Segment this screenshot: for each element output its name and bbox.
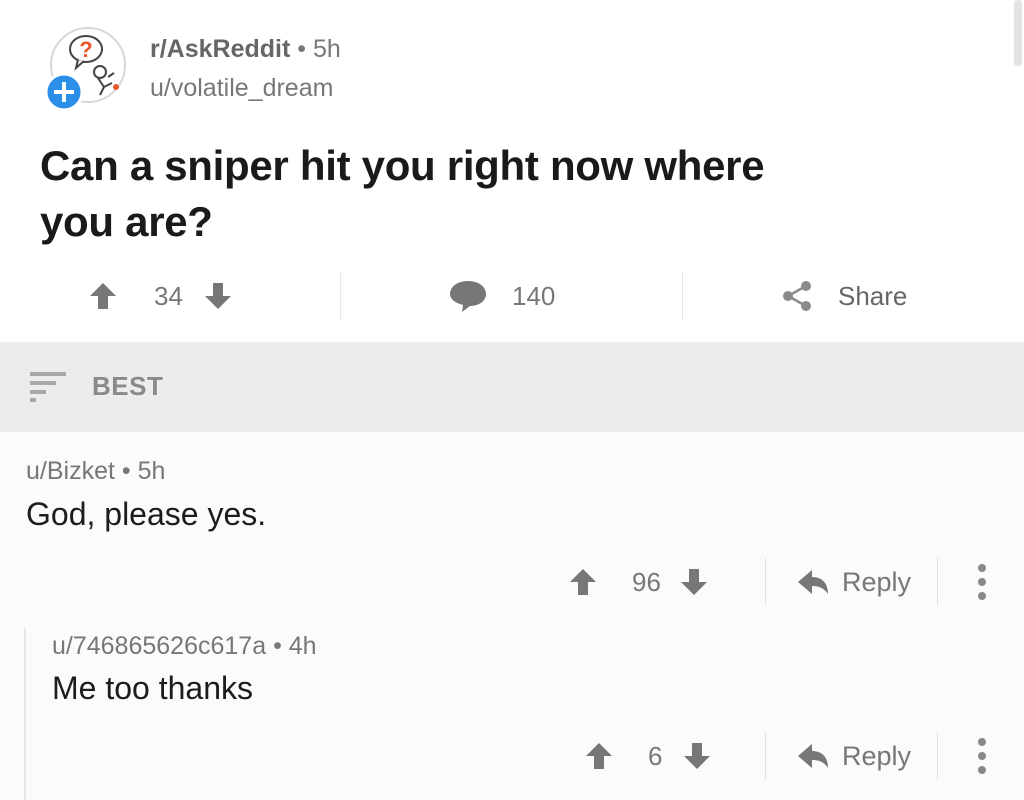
post-score: 34	[154, 280, 183, 311]
upvote-button[interactable]	[88, 281, 118, 311]
comment-meta: u/Bizket • 5h	[26, 457, 165, 486]
reply-button[interactable]: Reply	[796, 556, 911, 608]
divider	[937, 558, 938, 606]
scrollbar[interactable]	[1014, 0, 1022, 66]
comment-meta: u/746865626c617a • 4h	[52, 632, 317, 661]
comments-button[interactable]: 140	[448, 270, 555, 322]
sort-icon	[28, 370, 68, 402]
downvote-button[interactable]	[203, 281, 233, 311]
join-button[interactable]	[44, 72, 84, 112]
comment-score: 6	[648, 740, 663, 771]
divider	[765, 732, 766, 780]
comment-author[interactable]: u/Bizket	[26, 457, 115, 485]
arrow-down-icon	[684, 743, 711, 769]
upvote-button[interactable]	[568, 567, 598, 597]
thread-indent-line[interactable]	[24, 628, 26, 800]
arrow-up-icon	[90, 283, 116, 309]
comment-count: 140	[512, 280, 556, 311]
downvote-button[interactable]	[679, 567, 709, 597]
reply-arrow-icon	[796, 567, 830, 597]
upvote-button[interactable]	[584, 741, 614, 771]
plus-icon	[44, 72, 84, 112]
sort-label[interactable]: BEST	[92, 371, 163, 402]
comment-body: Me too thanks	[52, 670, 253, 706]
comment-vote-group: 6	[584, 730, 712, 782]
post-meta: r/AskReddit • 5h	[150, 34, 341, 64]
arrow-down-icon	[680, 569, 707, 595]
meta-separator: •	[121, 457, 131, 485]
meta-separator: •	[297, 35, 307, 63]
comment-age: 5h	[137, 457, 166, 485]
comment-author[interactable]: u/746865626c617a	[52, 632, 266, 660]
divider	[937, 732, 938, 780]
post-vote-group: 34	[88, 270, 233, 322]
more-options-button[interactable]	[972, 736, 992, 776]
meta-separator: •	[273, 632, 282, 660]
reply-label: Reply	[842, 740, 912, 771]
arrow-up-icon	[570, 569, 596, 595]
post-author[interactable]: u/volatile_dream	[150, 73, 333, 103]
share-label: Share	[838, 280, 908, 311]
comment-body: God, please yes.	[26, 496, 267, 532]
arrow-down-icon	[204, 283, 231, 309]
share-icon	[780, 279, 814, 313]
comment-age: 4h	[288, 632, 317, 660]
reply-arrow-icon	[796, 741, 830, 771]
divider	[340, 272, 341, 320]
post-title[interactable]: Can a sniper hit you right now where you…	[40, 138, 800, 250]
more-options-button[interactable]	[972, 562, 992, 602]
comment-score: 96	[632, 566, 661, 597]
svg-text:?: ?	[79, 37, 92, 62]
share-button[interactable]: Share	[780, 270, 907, 322]
divider	[682, 272, 683, 320]
kebab-menu-icon	[978, 738, 986, 774]
comment-vote-group: 96	[568, 556, 709, 608]
reply-button[interactable]: Reply	[796, 730, 911, 782]
kebab-menu-icon	[978, 564, 986, 600]
post-age: 5h	[312, 35, 341, 63]
divider	[765, 558, 766, 606]
reply-label: Reply	[842, 566, 912, 597]
arrow-up-icon	[586, 743, 612, 769]
downvote-button[interactable]	[682, 741, 712, 771]
subreddit-name[interactable]: r/AskReddit	[150, 35, 290, 63]
comment-bubble-icon	[448, 278, 488, 314]
